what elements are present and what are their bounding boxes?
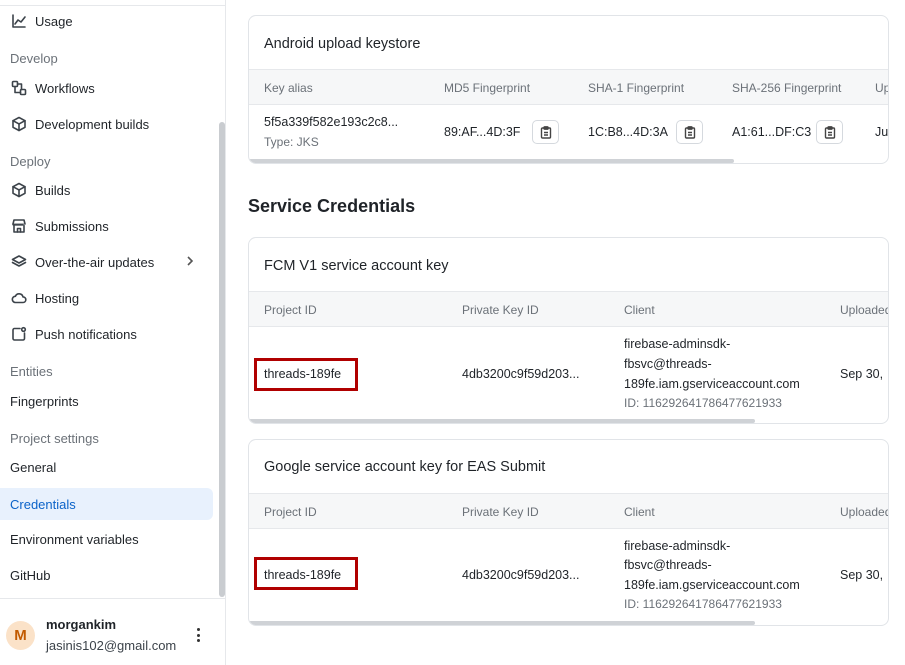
column-header: SHA-1 Fingerprint [588, 81, 685, 95]
card-title: Google service account key for EAS Submi… [264, 459, 546, 475]
highlight-box [254, 358, 358, 391]
clipboard-icon [824, 125, 835, 139]
sidebar-item-builds[interactable]: Builds [0, 174, 213, 206]
sidebar-item-label: Fingerprints [10, 393, 79, 409]
sidebar-scrollbar[interactable] [219, 122, 225, 597]
client-id: ID: 116292641786477621933 [624, 597, 782, 611]
horizontal-scrollbar[interactable] [249, 159, 734, 163]
column-header: Private Key ID [462, 505, 539, 519]
clipboard-icon [684, 125, 695, 139]
google-service-account-card: Google service account key for EAS Submi… [248, 439, 889, 626]
uploaded-date: Sep 30, [840, 367, 884, 381]
client-line: fbsvc@threads- [624, 558, 712, 572]
sidebar-item-label: Push notifications [35, 326, 137, 342]
horizontal-scrollbar[interactable] [249, 621, 755, 625]
client-line: firebase-adminsdk- [624, 337, 731, 351]
sidebar-item-credentials[interactable]: Credentials [0, 488, 213, 520]
sidebar-item-over-the-air-updates[interactable]: Over-the-air updates [0, 246, 213, 278]
sidebar-item-label: Development builds [35, 116, 150, 132]
android-keystore-card: Android upload keystore Key alias MD5 Fi… [248, 15, 889, 164]
sidebar-item-label: Usage [35, 13, 73, 29]
cube-icon [10, 181, 28, 199]
sidebar-item-fingerprints[interactable]: Fingerprints [0, 385, 213, 417]
sidebar-item-development-builds[interactable]: Development builds [0, 108, 213, 140]
client-line: firebase-adminsdk- [624, 539, 731, 553]
sidebar-item-label: Workflows [35, 80, 95, 96]
uploaded-date: Sep 30, [840, 568, 884, 582]
uploaded-date: Ju [875, 125, 889, 139]
sidebar-item-label: Builds [35, 182, 71, 198]
notification-icon [10, 325, 28, 343]
key-type: Type: JKS [264, 135, 319, 149]
sidebar-item-hosting[interactable]: Hosting [0, 282, 213, 314]
column-header: Client [624, 505, 655, 519]
card-title: Android upload keystore [264, 36, 421, 52]
table-header: Project ID Private Key ID Client Uploade… [249, 291, 889, 327]
column-header: Up [875, 81, 889, 95]
column-header: MD5 Fingerprint [444, 81, 531, 95]
chevron-right-icon[interactable] [183, 254, 199, 270]
copy-sha256-button[interactable] [816, 120, 843, 144]
client-line: fbsvc@threads- [624, 357, 712, 371]
sidebar-item-submissions[interactable]: Submissions [0, 210, 213, 242]
column-header: Project ID [264, 505, 317, 519]
fcm-v1-card: FCM V1 service account key Project ID Pr… [248, 237, 889, 424]
layers-icon [10, 253, 28, 271]
table-header: Key alias MD5 Fingerprint SHA-1 Fingerpr… [249, 69, 889, 105]
copy-md5-button[interactable] [532, 120, 559, 144]
sidebar-item-usage[interactable]: Usage [0, 5, 213, 37]
more-vertical-icon[interactable] [190, 628, 206, 644]
sidebar-item-general[interactable]: General [0, 451, 213, 483]
workflow-icon [10, 79, 28, 97]
sidebar-item-label: Submissions [35, 218, 109, 234]
private-key-id: 4db3200c9f59d203... [462, 367, 580, 381]
key-alias: 5f5a339f582e193c2c8... [264, 115, 399, 129]
sidebar-item-push-notifications[interactable]: Push notifications [0, 318, 213, 350]
table-header: Project ID Private Key ID Client Uploade… [249, 493, 889, 529]
section-title: Service Credentials [248, 196, 416, 216]
user-menu[interactable]: M morgankim jasinis102@gmail.com [0, 598, 226, 665]
cube-icon [10, 115, 28, 133]
column-header: SHA-256 Fingerprint [732, 81, 842, 95]
column-header: Project ID [264, 303, 317, 317]
sidebar-item-environment-variables[interactable]: Environment variables [0, 523, 213, 555]
storefront-icon [10, 217, 28, 235]
md5-fingerprint: 89:AF...4D:3F [444, 125, 521, 139]
section-label-entities: Entities [10, 364, 53, 379]
highlight-box [254, 557, 358, 590]
clipboard-icon [540, 125, 551, 139]
sidebar-item-label: General [10, 459, 57, 475]
section-label-develop: Develop [10, 51, 58, 66]
sha256-fingerprint: A1:61...DF:C3 [732, 125, 812, 139]
sha1-fingerprint: 1C:B8...4D:3A [588, 125, 668, 139]
card-title: FCM V1 service account key [264, 258, 449, 274]
main-content: Android upload keystore Key alias MD5 Fi… [227, 0, 905, 665]
client-id: ID: 116292641786477621933 [624, 396, 782, 410]
sidebar: Usage Develop Workflows Development buil… [0, 0, 226, 665]
horizontal-scrollbar[interactable] [249, 419, 755, 423]
sidebar-item-github[interactable]: GitHub [0, 559, 213, 591]
section-label-project-settings: Project settings [10, 431, 99, 446]
sidebar-item-workflows[interactable]: Workflows [0, 72, 213, 104]
column-header: Client [624, 303, 655, 317]
sidebar-item-label: Over-the-air updates [35, 254, 155, 270]
column-header: Uploaded [840, 505, 889, 519]
client-line: 189fe.iam.gserviceaccount.com [624, 377, 800, 391]
private-key-id: 4db3200c9f59d203... [462, 568, 580, 582]
avatar: M [6, 621, 35, 650]
column-header: Key alias [264, 81, 313, 95]
sidebar-item-label: GitHub [10, 567, 51, 583]
sidebar-item-label: Environment variables [10, 531, 139, 547]
cloud-icon [10, 289, 28, 307]
column-header: Uploaded [840, 303, 889, 317]
sidebar-item-label: Hosting [35, 290, 80, 306]
chart-line-icon [10, 12, 28, 30]
client-line: 189fe.iam.gserviceaccount.com [624, 578, 800, 592]
column-header: Private Key ID [462, 303, 539, 317]
sidebar-item-label: Credentials [10, 496, 76, 512]
user-name: morgankim [46, 617, 117, 632]
user-email: jasinis102@gmail.com [46, 638, 177, 653]
section-label-deploy: Deploy [10, 154, 51, 169]
copy-sha1-button[interactable] [676, 120, 703, 144]
